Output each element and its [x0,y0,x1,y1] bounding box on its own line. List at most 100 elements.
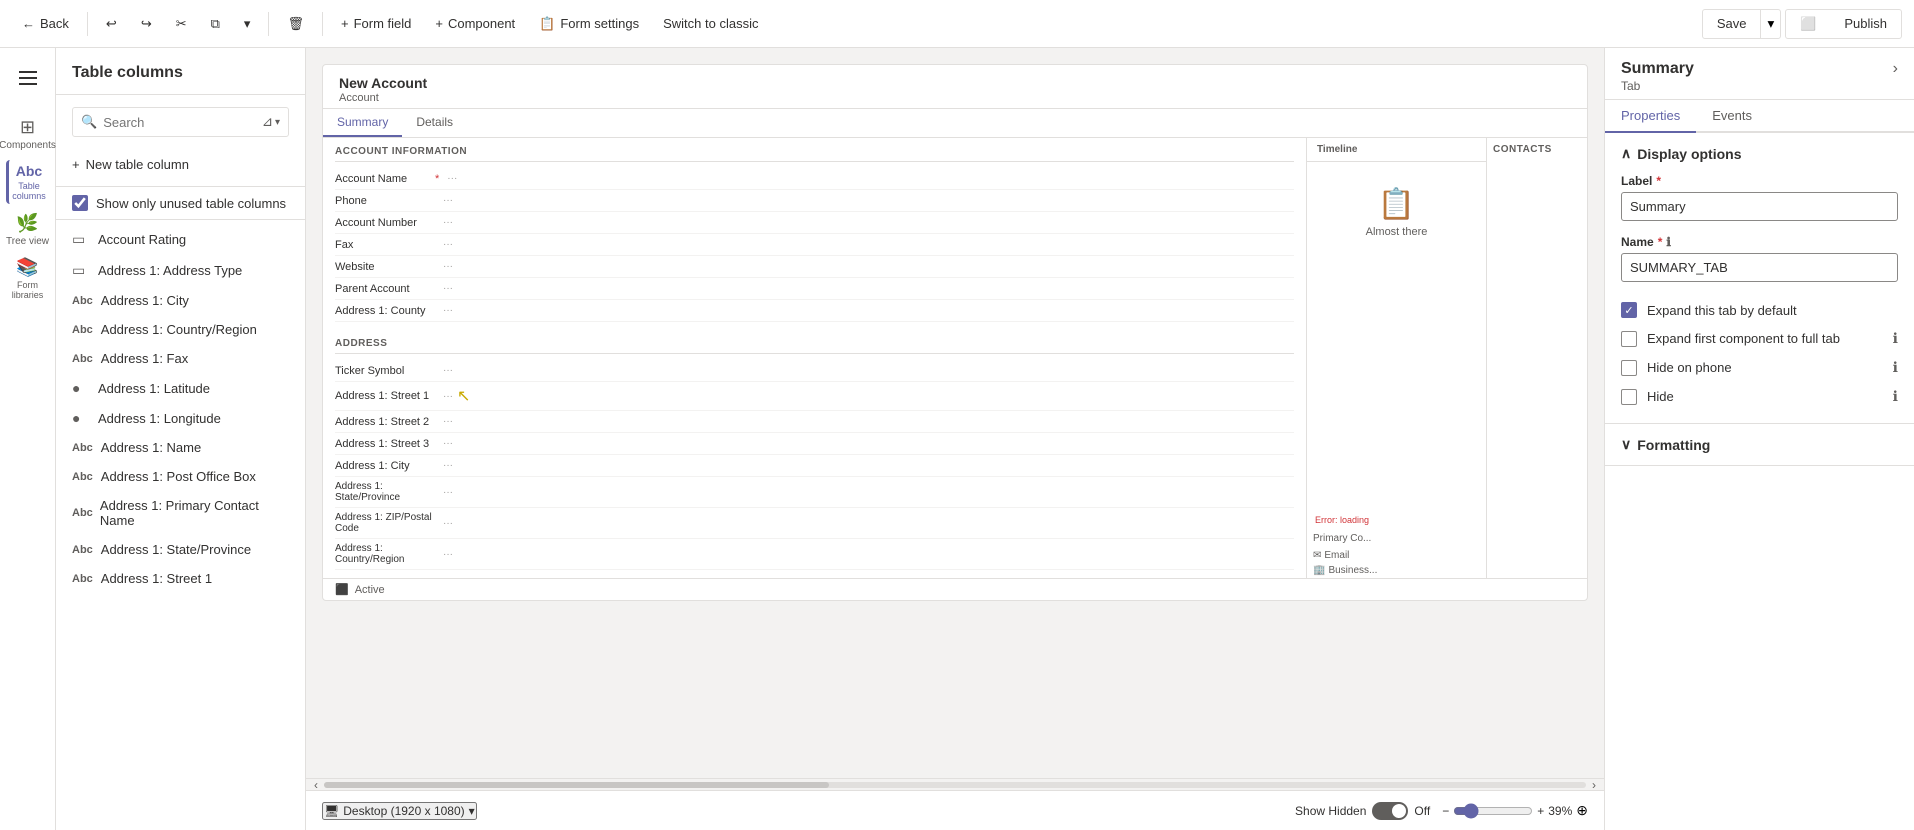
right-panel-tabs: Properties Events [1605,100,1914,133]
hide-phone-info-icon[interactable]: ℹ [1893,359,1898,376]
label-input[interactable] [1621,192,1898,221]
formatting-header[interactable]: ∨ Formatting [1605,424,1914,465]
address-pobox-label: Address 1: Post Office Box [101,469,256,484]
list-item[interactable]: Abc Address 1: City [56,286,305,315]
device-selector-button[interactable]: 🖥 Desktop (1920 x 1080) ▾ [322,802,477,820]
form-title: New Account [339,75,1571,91]
name-input[interactable] [1621,253,1898,282]
address-title: ADDRESS [335,338,1294,354]
field-dots: ··· [447,173,457,184]
redo-button[interactable]: ↪ [131,10,162,38]
delete-button[interactable]: 🗑 [277,10,314,38]
canvas-preview[interactable]: New Account Account Summary Details [306,48,1604,778]
tab-summary[interactable]: Summary [323,109,402,137]
scroll-track[interactable] [324,782,1586,788]
delete-icon: 🗑 [287,16,304,32]
sidebar-item-form-libraries[interactable]: 📚 Form libraries [6,256,50,300]
form-field-row: Account Number ··· [335,212,1294,234]
field-label: Account Name [335,173,435,185]
label-field-group: Label * [1621,174,1898,221]
list-item[interactable]: ▭ Address 1: Address Type [56,255,305,286]
separator-3 [322,12,323,36]
list-item[interactable]: ● Address 1: Latitude [56,373,305,403]
address-street1-label: Address 1: Street 1 [101,571,212,586]
add-form-field-button[interactable]: + Form field [331,10,421,37]
save-dropdown-button[interactable]: ▾ [1760,10,1780,38]
plus-icon-zoom: + [1537,804,1544,818]
cut-button[interactable]: ✂ [166,10,197,38]
sidebar-item-tree-view[interactable]: 🌿 Tree view [6,208,50,252]
add-component-button[interactable]: + Component [425,10,525,37]
hide-info-icon[interactable]: ℹ [1893,388,1898,405]
field-dots: ··· [443,195,453,206]
undo-button[interactable]: ↩ [96,10,127,38]
list-item[interactable]: Abc Address 1: Street 1 [56,564,305,593]
copy-button[interactable]: ⧉ [201,10,230,38]
account-rating-label: Account Rating [98,232,186,247]
switch-classic-button[interactable]: Switch to classic [653,10,768,37]
list-item[interactable]: Abc Address 1: State/Province [56,535,305,564]
filter-icon: ⊿ [262,114,273,130]
search-bar[interactable]: 🔍 ⊿ ▾ [72,107,289,137]
show-hidden-toggle[interactable] [1372,802,1408,820]
paste-dropdown-button[interactable]: ▾ [234,10,261,38]
scroll-right-button[interactable]: › [1592,778,1596,791]
label-field-label: Label * [1621,174,1898,188]
list-item[interactable]: ▭ Account Rating [56,224,305,255]
hide-checkbox[interactable] [1621,389,1637,405]
expand-first-checkbox[interactable] [1621,331,1637,347]
name-field-label: Name * ℹ [1621,235,1898,249]
horizontal-scrollbar[interactable]: ‹ › [306,778,1604,790]
filter-chevron: ▾ [275,117,280,128]
cut-icon: ✂ [176,16,187,32]
table-columns-icon: Abc [16,163,42,179]
table-columns-panel: Table columns 🔍 ⊿ ▾ + New table column S… [56,48,306,830]
list-item[interactable]: Abc Address 1: Fax ⋯ [56,344,305,373]
list-item[interactable]: Abc Address 1: Name [56,433,305,462]
list-item[interactable]: Abc Address 1: Post Office Box [56,462,305,491]
timeline-spacer [1307,262,1486,511]
undo-icon: ↩ [106,16,117,32]
hamburger-button[interactable] [6,56,50,100]
tab-events[interactable]: Events [1696,100,1768,133]
hamburger-line-2 [19,77,37,79]
new-table-column-button[interactable]: + New table column [72,151,289,178]
save-button[interactable]: Save [1703,10,1761,37]
list-item[interactable]: Abc Address 1: Primary Contact Name [56,491,305,535]
field-dots: ··· [443,305,453,316]
right-panel-expand-button[interactable]: › [1893,60,1898,78]
tab-details[interactable]: Details [402,109,467,137]
name-info-icon[interactable]: ℹ [1666,235,1671,249]
hide-phone-checkbox[interactable] [1621,360,1637,376]
sidebar-item-table-columns[interactable]: Abc Table columns [6,160,50,204]
tab-properties[interactable]: Properties [1605,100,1696,133]
account-rating-icon: ▭ [72,231,90,248]
show-unused-label[interactable]: Show only unused table columns [96,196,286,211]
publish-left-icon[interactable]: ⬜ [1786,10,1830,38]
form-field-row: Address 1: Street 1 ··· ↖ [335,382,1294,411]
form-field-row: Address 1: Street 3 ··· [335,433,1294,455]
field-label: Address 1: City [335,460,435,472]
plus-icon: + [341,16,349,31]
back-button[interactable]: ← Back [12,10,79,37]
search-input[interactable] [103,115,256,130]
back-label: Back [40,16,69,31]
scroll-left-button[interactable]: ‹ [314,778,318,791]
list-item[interactable]: ● Address 1: Longitude [56,403,305,433]
fit-screen-button[interactable]: ⊕ [1576,802,1588,819]
show-unused-checkbox[interactable] [72,195,88,211]
publish-button[interactable]: Publish [1830,10,1901,37]
expand-first-info-icon[interactable]: ℹ [1893,330,1898,347]
email-row: ✉ Email [1307,548,1486,563]
display-options-header[interactable]: ∧ Display options [1605,133,1914,174]
cursor-icon: ↖ [457,386,470,406]
name-field-group: Name * ℹ [1621,235,1898,282]
biz-row: 🏢 Business... [1307,563,1486,578]
list-item[interactable]: Abc Address 1: Country/Region [56,315,305,344]
expand-first-option-row: Expand first component to full tab ℹ [1621,324,1898,353]
sidebar-item-components[interactable]: ⊞ Components [6,112,50,156]
zoom-slider[interactable] [1453,803,1533,819]
form-settings-button[interactable]: 📋 Form settings [529,10,649,38]
expand-tab-checkbox[interactable] [1621,302,1637,318]
filter-button[interactable]: ⊿ ▾ [262,114,280,130]
